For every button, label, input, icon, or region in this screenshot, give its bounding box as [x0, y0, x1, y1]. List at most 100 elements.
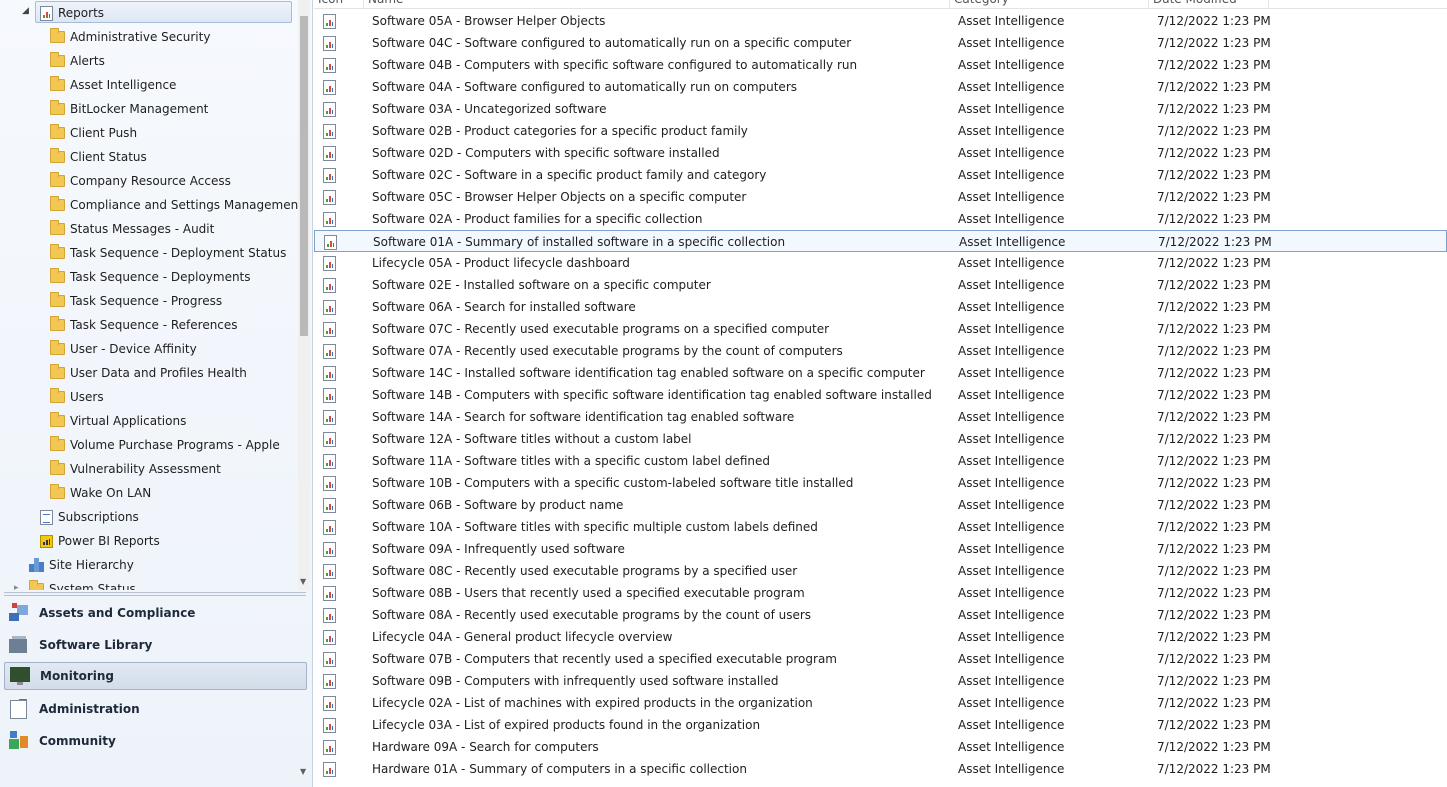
table-row[interactable]: Software 14A - Search for software ident… [314, 406, 1447, 428]
cell-name: Hardware 01A - Summary of computers in a… [372, 762, 747, 776]
tree-item-label: Task Sequence - Progress [70, 294, 223, 308]
column-header-name[interactable]: Name [364, 0, 950, 9]
workspace-monitoring[interactable]: Monitoring [4, 662, 307, 690]
table-row[interactable]: Software 02C - Software in a specific pr… [314, 164, 1447, 186]
column-header-icon[interactable]: Icon [314, 0, 364, 9]
collapse-arrow-icon[interactable]: ◢ [22, 6, 29, 16]
tree-item-folder[interactable]: Virtual Applications [50, 410, 186, 432]
tree-item-folder[interactable]: Volume Purchase Programs - Apple [50, 434, 280, 456]
report-icon [323, 718, 336, 733]
table-row[interactable]: Software 02D - Computers with specific s… [314, 142, 1447, 164]
tree-item-subscriptions[interactable]: Subscriptions [40, 506, 139, 528]
table-row[interactable]: Software 07B - Computers that recently u… [314, 648, 1447, 670]
tree-item-folder[interactable]: Status Messages - Audit [50, 218, 214, 240]
workspace-assets-and-compliance[interactable]: Assets and Compliance [4, 599, 307, 627]
table-row[interactable]: Lifecycle 04A - General product lifecycl… [314, 626, 1447, 648]
cell-date-modified: 7/12/2022 1:23 PM [1157, 630, 1271, 644]
workspace-community[interactable]: Community [4, 727, 307, 755]
tree-item-folder[interactable]: Company Resource Access [50, 170, 231, 192]
tree-item-folder[interactable]: Task Sequence - Deployment Status [50, 242, 286, 264]
tree-item-folder[interactable]: Task Sequence - Deployments [50, 266, 251, 288]
table-row[interactable]: Software 01A - Summary of installed soft… [314, 230, 1447, 252]
tree-item-folder[interactable]: Task Sequence - Progress [50, 290, 222, 312]
table-row[interactable]: Software 05C - Browser Helper Objects on… [314, 186, 1447, 208]
cell-date-modified: 7/12/2022 1:23 PM [1157, 80, 1271, 94]
table-row[interactable]: Software 05A - Browser Helper Objects Ass… [314, 10, 1447, 32]
table-row[interactable]: Software 06A - Search for installed soft… [314, 296, 1447, 318]
table-row[interactable]: Software 14B - Computers with specific s… [314, 384, 1447, 406]
folder-icon [50, 100, 65, 115]
folder-icon [50, 316, 65, 331]
cell-date-modified: 7/12/2022 1:23 PM [1157, 432, 1271, 446]
cell-date-modified: 7/12/2022 1:23 PM [1157, 740, 1271, 754]
table-row[interactable]: Lifecycle 05A - Product lifecycle dashbo… [314, 252, 1447, 274]
table-row[interactable]: Lifecycle 02A - List of machines with ex… [314, 692, 1447, 714]
table-row[interactable]: Software 06B - Software by product name A… [314, 494, 1447, 516]
table-row[interactable]: Software 10A - Software titles with spec… [314, 516, 1447, 538]
table-row[interactable]: Software 07C - Recently used executable … [314, 318, 1447, 340]
tree-item-folder[interactable]: Vulnerability Assessment [50, 458, 221, 480]
table-row[interactable]: Software 04B - Computers with specific s… [314, 54, 1447, 76]
table-row[interactable]: Lifecycle 03A - List of expired products… [314, 714, 1447, 736]
expand-arrow-icon[interactable]: ▸ [14, 583, 19, 590]
report-icon [323, 124, 336, 139]
workspace-label: Software Library [39, 638, 153, 652]
tree-item-reports[interactable]: Reports [40, 2, 104, 24]
table-row[interactable]: Software 08A - Recently used executable … [314, 604, 1447, 626]
table-row[interactable]: Software 07A - Recently used executable … [314, 340, 1447, 362]
cell-name: Lifecycle 04A - General product lifecycl… [372, 630, 673, 644]
tree-item-label: Compliance and Settings Management [70, 198, 298, 212]
workspace-overflow-arrow-icon[interactable]: ▼ [300, 767, 306, 776]
cell-category: Asset Intelligence [958, 498, 1065, 512]
folder-icon [50, 220, 65, 235]
report-icon [323, 498, 336, 513]
workspace-software-library[interactable]: Software Library [4, 631, 307, 659]
folder-icon [50, 124, 65, 139]
tree-item-folder[interactable]: User Data and Profiles Health [50, 362, 247, 384]
tree-scrollbar[interactable]: ▼ [298, 0, 310, 590]
table-row[interactable]: Software 11A - Software titles with a sp… [314, 450, 1447, 472]
table-row[interactable]: Software 14C - Installed software identi… [314, 362, 1447, 384]
table-row[interactable]: Software 04A - Software configured to au… [314, 76, 1447, 98]
cell-category: Asset Intelligence [958, 696, 1065, 710]
cell-name: Software 09B - Computers with infrequent… [372, 674, 779, 688]
tree-item-folder[interactable]: User - Device Affinity [50, 338, 197, 360]
report-icon [324, 235, 337, 250]
scrollbar-thumb[interactable] [300, 16, 308, 336]
table-row[interactable]: Hardware 09A - Search for computers Asset… [314, 736, 1447, 758]
cell-date-modified: 7/12/2022 1:23 PM [1157, 586, 1271, 600]
table-row[interactable]: Software 09B - Computers with infrequent… [314, 670, 1447, 692]
tree-item-folder[interactable]: Wake On LAN [50, 482, 151, 504]
tree-item-folder[interactable]: Client Push [50, 122, 137, 144]
table-row[interactable]: Hardware 01A - Summary of computers in a… [314, 758, 1447, 780]
tree-item-folder[interactable]: BitLocker Management [50, 98, 208, 120]
table-row[interactable]: Software 03A - Uncategorized software Ass… [314, 98, 1447, 120]
tree-item-system-status[interactable]: System Status [29, 578, 136, 590]
column-header-date-modified[interactable]: Date Modified [1149, 0, 1269, 9]
tree-item-label: Volume Purchase Programs - Apple [70, 438, 280, 452]
table-row[interactable]: Software 04C - Software configured to au… [314, 32, 1447, 54]
table-row[interactable]: Software 08C - Recently used executable … [314, 560, 1447, 582]
scroll-down-arrow-icon[interactable]: ▼ [300, 577, 306, 586]
table-row[interactable]: Software 08B - Users that recently used … [314, 582, 1447, 604]
cell-date-modified: 7/12/2022 1:23 PM [1157, 520, 1271, 534]
table-row[interactable]: Software 10B - Computers with a specific… [314, 472, 1447, 494]
tree-item-folder[interactable]: Task Sequence - References [50, 314, 238, 336]
tree-item-folder[interactable]: Alerts [50, 50, 105, 72]
tree-item-power-bi-reports[interactable]: Power BI Reports [40, 530, 160, 552]
tree-item-folder[interactable]: Users [50, 386, 104, 408]
tree-item-site-hierarchy[interactable]: Site Hierarchy [29, 554, 134, 576]
folder-icon [50, 244, 65, 259]
table-row[interactable]: Software 02E - Installed software on a s… [314, 274, 1447, 296]
tree-item-folder[interactable]: Client Status [50, 146, 147, 168]
table-row[interactable]: Software 09A - Infrequently used softwar… [314, 538, 1447, 560]
table-row[interactable]: Software 12A - Software titles without a… [314, 428, 1447, 450]
tree-item-folder[interactable]: Compliance and Settings Management [50, 194, 298, 216]
workspace-administration[interactable]: Administration [4, 695, 307, 723]
table-row[interactable]: Software 02B - Product categories for a … [314, 120, 1447, 142]
table-row[interactable]: Software 02A - Product families for a sp… [314, 208, 1447, 230]
tree-item-folder[interactable]: Asset Intelligence [50, 74, 176, 96]
pane-splitter[interactable] [4, 592, 306, 596]
column-header-category[interactable]: Category [950, 0, 1149, 9]
tree-item-folder[interactable]: Administrative Security [50, 26, 210, 48]
